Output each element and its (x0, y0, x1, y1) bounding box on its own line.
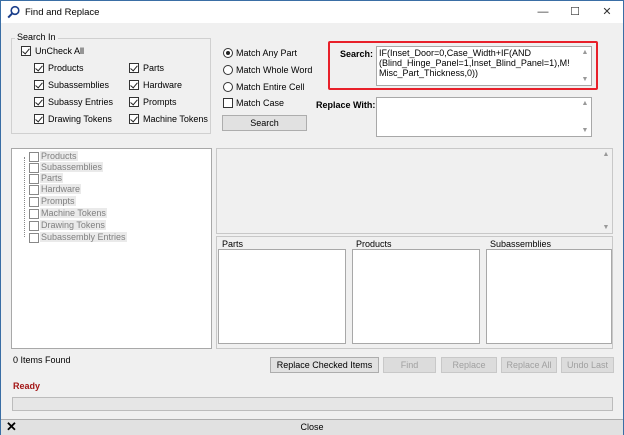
minimize-icon: — (537, 6, 549, 18)
find-replace-window: Find and Replace — ☐ ✕ Search In UnCheck… (0, 0, 624, 435)
maximize-button[interactable]: ☐ (559, 1, 591, 23)
close-icon: ✕ (602, 6, 612, 18)
match-entire-cell-radio[interactable] (223, 82, 233, 92)
maximize-icon: ☐ (570, 6, 580, 18)
close-label: Close (300, 422, 324, 432)
search-in-label: Search In (15, 32, 58, 42)
scroll-down-icon[interactable]: ▼ (581, 127, 589, 134)
drawing-tokens-checkbox[interactable] (34, 114, 44, 124)
tree-item-checkbox[interactable] (29, 174, 39, 184)
products-results-list[interactable] (352, 249, 480, 344)
match-whole-word-radio[interactable] (223, 65, 233, 75)
close-window-button[interactable]: ✕ (591, 1, 623, 23)
tree-item-checkbox[interactable] (29, 221, 39, 231)
match-case-checkbox[interactable] (223, 98, 233, 108)
category-tree[interactable]: Products Subassemblies Parts Hardware Pr… (11, 148, 212, 349)
hardware-label: Hardware (143, 80, 183, 90)
subassemblies-results-label: Subassemblies (490, 239, 552, 249)
replace-all-button[interactable]: Replace All (501, 357, 557, 373)
match-entire-cell-label: Match Entire Cell (236, 82, 305, 92)
search-scrollbar[interactable]: ▲ ▼ (579, 47, 591, 85)
subassemblies-checkbox[interactable] (34, 80, 44, 90)
prompts-checkbox[interactable] (129, 97, 139, 107)
machine-tokens-checkbox[interactable] (129, 114, 139, 124)
machine-tokens-label: Machine Tokens (143, 114, 208, 124)
progress-bar (12, 397, 613, 411)
replace-button[interactable]: Replace (441, 357, 497, 373)
uncheck-all-checkbox[interactable] (21, 46, 31, 56)
search-text-line-1: IF(Inset_Door=0,Case_Width+IF(AND (379, 48, 532, 58)
minimize-button[interactable]: — (527, 1, 559, 23)
replace-input[interactable]: ▲ ▼ (376, 97, 592, 137)
products-label: Products (48, 63, 84, 73)
parts-results-label: Parts (222, 239, 244, 249)
search-input[interactable]: IF(Inset_Door=0,Case_Width+IF(AND (Blind… (376, 46, 592, 86)
detail-panel[interactable]: ▲ ▼ (216, 148, 613, 234)
scroll-up-icon[interactable]: ▲ (581, 49, 589, 56)
detail-scrollbar[interactable]: ▲ ▼ (600, 149, 612, 233)
replace-checked-items-button[interactable]: Replace Checked Items (270, 357, 379, 373)
scroll-down-icon[interactable]: ▼ (602, 224, 610, 231)
replace-scrollbar[interactable]: ▲ ▼ (579, 98, 591, 136)
parts-checkbox[interactable] (129, 63, 139, 73)
search-button[interactable]: Search (222, 115, 307, 131)
tree-item-checkbox[interactable] (29, 185, 39, 195)
subassemblies-label: Subassemblies (48, 80, 110, 90)
subassy-entries-checkbox[interactable] (34, 97, 44, 107)
match-case-label: Match Case (236, 98, 285, 108)
prompts-label: Prompts (143, 97, 177, 107)
tree-item-checkbox[interactable] (29, 152, 39, 162)
parts-label: Parts (143, 63, 165, 73)
undo-last-button[interactable]: Undo Last (561, 357, 614, 373)
close-bar-button[interactable]: ✕ Close (1, 419, 623, 435)
uncheck-all-label: UnCheck All (35, 46, 85, 56)
scroll-up-icon[interactable]: ▲ (602, 151, 610, 158)
match-any-part-label: Match Any Part (236, 48, 298, 58)
replace-with-label: Replace With: (316, 100, 376, 110)
find-button[interactable]: Find (383, 357, 436, 373)
scroll-down-icon[interactable]: ▼ (581, 76, 589, 83)
status-state: Ready (13, 381, 41, 391)
subassemblies-results-list[interactable] (486, 249, 612, 344)
scroll-up-icon[interactable]: ▲ (581, 100, 589, 107)
title-bar[interactable]: Find and Replace — ☐ ✕ (1, 1, 623, 23)
parts-results-list[interactable] (218, 249, 346, 344)
tree-item-checkbox[interactable] (29, 163, 39, 173)
tree-item-checkbox[interactable] (29, 233, 39, 243)
window-title: Find and Replace (25, 7, 100, 18)
items-found-count: 0 Items Found (13, 355, 71, 365)
search-text-line-3: Misc_Part_Thickness,0)) (379, 68, 479, 78)
subassy-entries-label: Subassy Entries (48, 97, 114, 107)
match-any-part-radio[interactable] (223, 48, 233, 58)
tree-item-checkbox[interactable] (29, 209, 39, 219)
match-whole-word-label: Match Whole Word (236, 65, 313, 75)
search-text-line-2: (Blind_Hinge_Panel=1,Inset_Blind_Panel=1… (379, 58, 570, 68)
products-results-label: Products (356, 239, 392, 249)
tree-item-checkbox[interactable] (29, 197, 39, 207)
products-checkbox[interactable] (34, 63, 44, 73)
drawing-tokens-label: Drawing Tokens (48, 114, 112, 124)
search-icon (7, 5, 20, 19)
hardware-checkbox[interactable] (129, 80, 139, 90)
tree-connector-line (24, 157, 25, 237)
